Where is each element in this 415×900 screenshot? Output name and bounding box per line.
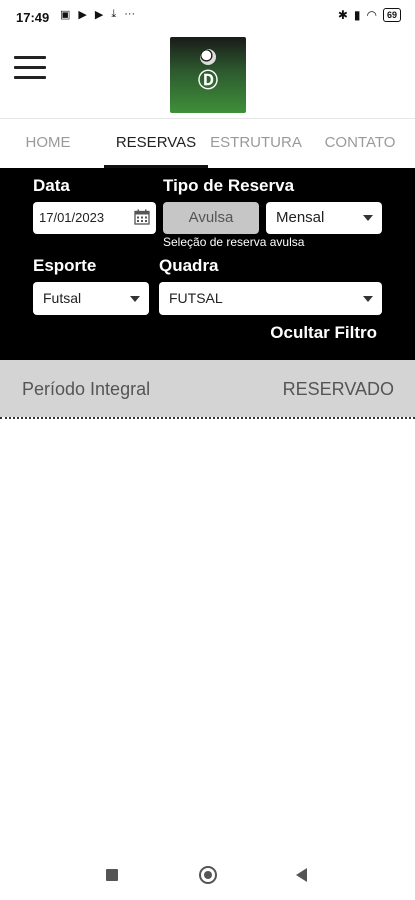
status-time: 17:49 [16,10,50,25]
soccer-ball-icon [200,49,216,65]
more-icon: ··· [124,8,136,20]
tab-contato[interactable]: CONTATO [312,119,408,169]
type-avulsa-button[interactable]: Avulsa [163,202,259,234]
row-divider [0,417,415,419]
app-header: Ⓓ [0,34,415,118]
date-field[interactable]: 17/01/2023 [33,202,156,234]
back-icon[interactable] [296,868,307,882]
bluetooth-icon: ✱ [337,8,348,22]
chevron-down-icon [363,215,373,221]
system-nav-bar [0,850,415,900]
menu-icon[interactable] [14,56,46,82]
chevron-down-icon [130,296,140,302]
tab-home[interactable]: HOME [0,119,96,169]
status-notification-icons: ▣ ▶ ▶ ⤓ ··· [60,8,135,21]
download-icon: ⤓ [111,8,117,20]
date-label: Data [33,176,70,195]
type-mensal-label: Mensal [276,209,325,226]
tab-reservas[interactable]: RESERVAS [104,119,208,169]
reservation-status: RESERVADO [282,379,394,399]
play-icon: ▶ [78,9,87,21]
sport-label: Esporte [33,256,97,275]
battery-icon: 69 [382,8,401,22]
calendar-icon[interactable] [134,209,150,225]
type-mensal-select[interactable]: Mensal [266,202,382,234]
home-icon[interactable] [199,866,217,884]
app-logo: Ⓓ [170,37,246,113]
reservation-period: Período Integral [22,379,151,399]
court-value: FUTSAL [169,290,223,306]
logo-mark: Ⓓ [198,70,218,92]
court-select[interactable]: FUTSAL [159,282,382,315]
tab-bar: HOME RESERVAS ESTRUTURA CONTATO [0,118,415,169]
wifi-icon: ◠ [366,8,377,22]
recent-apps-icon[interactable] [106,869,118,881]
reservation-type-label: Tipo de Reserva [163,176,295,195]
filter-panel: Data Tipo de Reserva 17/01/2023 Avulsa M… [0,168,415,360]
signal-icon: ▮ [353,8,361,22]
type-hint: Seleção de reserva avulsa [163,235,305,249]
chevron-down-icon [363,296,373,302]
status-bar: 17:49 ▣ ▶ ▶ ⤓ ··· ✱ ▮ ◠ 69 [0,0,415,34]
date-value: 17/01/2023 [39,210,105,225]
hide-filter-button[interactable]: Ocultar Filtro [270,323,377,343]
notification-icon: ▣ [60,9,71,21]
reservation-row[interactable]: Período Integral RESERVADO [0,360,415,417]
play-icon-2: ▶ [94,9,104,21]
sport-select[interactable]: Futsal [33,282,149,315]
sport-value: Futsal [43,290,82,306]
court-label: Quadra [159,256,219,275]
status-system-icons: ✱ ▮ ◠ 69 [338,8,401,22]
tab-estrutura[interactable]: ESTRUTURA [208,119,304,169]
